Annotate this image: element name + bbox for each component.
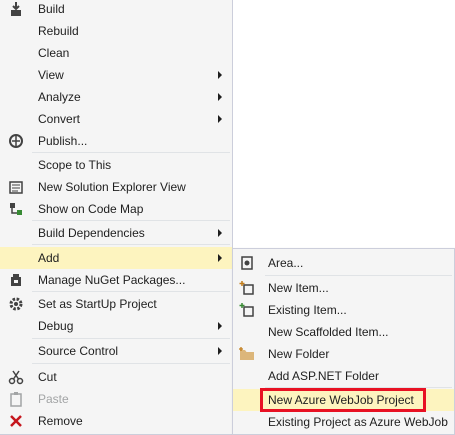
menu-separator [32, 338, 230, 339]
gear-icon [8, 296, 24, 312]
submenu-item-area[interactable]: Area... [233, 252, 454, 274]
nuget-icon [8, 272, 24, 288]
menu-item-add[interactable]: Add [0, 247, 232, 269]
menu-item-show-on-code-map[interactable]: Show on Code Map [0, 198, 232, 220]
menu-item-analyze[interactable]: Analyze [0, 86, 232, 108]
submenu-item-new-scaffolded-item[interactable]: New Scaffolded Item... [233, 321, 454, 343]
chevron-right-icon [218, 347, 222, 355]
area-icon [239, 255, 255, 271]
menu-item-build[interactable]: Build [0, 0, 232, 20]
submenu-item-new-item[interactable]: New Item... [233, 277, 454, 299]
menu-separator [265, 275, 452, 276]
menu-item-cut[interactable]: Cut [0, 366, 232, 388]
submenu-item-new-folder[interactable]: New Folder [233, 343, 454, 365]
solution-explorer-icon [8, 179, 24, 195]
menu-item-manage-nuget-packages[interactable]: Manage NuGet Packages... [0, 269, 232, 291]
chevron-right-icon [218, 322, 222, 330]
menu-item-rebuild[interactable]: Rebuild [0, 20, 232, 42]
submenu-item-existing-project-as-azure-webjob[interactable]: Existing Project as Azure WebJob [233, 411, 454, 433]
build-icon [8, 1, 24, 17]
menu-separator [32, 244, 230, 245]
menu-separator [32, 363, 230, 364]
menu-item-paste[interactable]: Paste [0, 388, 232, 410]
menu-separator [32, 152, 230, 153]
context-menu: Build Rebuild Clean View Analyze Convert… [0, 0, 233, 435]
submenu-item-existing-item[interactable]: Existing Item... [233, 299, 454, 321]
chevron-right-icon [218, 71, 222, 79]
menu-separator [32, 291, 230, 292]
chevron-right-icon [218, 229, 222, 237]
menu-item-set-as-startup-project[interactable]: Set as StartUp Project [0, 293, 232, 315]
scissors-icon [8, 369, 24, 385]
code-map-icon [8, 201, 24, 217]
menu-item-debug[interactable]: Debug [0, 315, 232, 337]
chevron-right-icon [218, 254, 222, 262]
callout-highlight-box [260, 388, 426, 412]
menu-separator [32, 220, 230, 221]
folder-icon [239, 346, 255, 362]
menu-item-remove[interactable]: Remove [0, 410, 232, 432]
menu-item-view[interactable]: View [0, 64, 232, 86]
chevron-right-icon [218, 93, 222, 101]
remove-x-icon [8, 413, 24, 429]
menu-item-scope-to-this[interactable]: Scope to This [0, 154, 232, 176]
menu-item-publish[interactable]: Publish... [0, 130, 232, 152]
chevron-right-icon [218, 115, 222, 123]
globe-publish-icon [8, 133, 24, 149]
existing-item-icon [239, 302, 255, 318]
menu-item-clean[interactable]: Clean [0, 42, 232, 64]
menu-item-convert[interactable]: Convert [0, 108, 232, 130]
submenu-item-add-aspnet-folder[interactable]: Add ASP.NET Folder [233, 365, 454, 387]
new-item-icon [239, 280, 255, 296]
menu-item-build-dependencies[interactable]: Build Dependencies [0, 222, 232, 244]
paste-icon [8, 391, 24, 407]
menu-item-new-solution-explorer-view[interactable]: New Solution Explorer View [0, 176, 232, 198]
menu-item-source-control[interactable]: Source Control [0, 340, 232, 362]
